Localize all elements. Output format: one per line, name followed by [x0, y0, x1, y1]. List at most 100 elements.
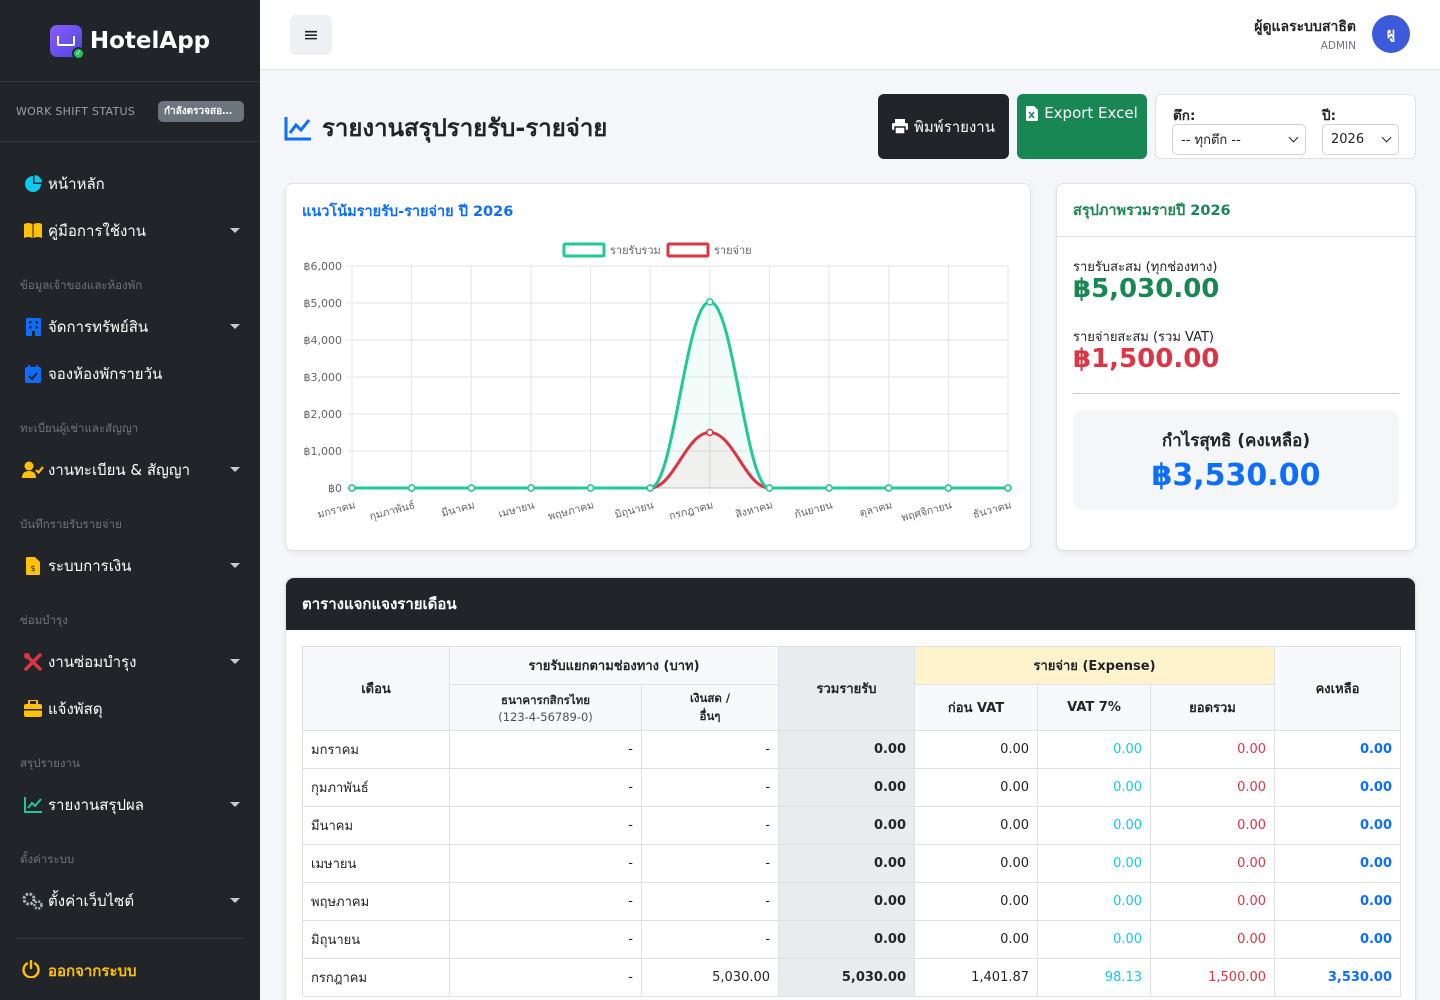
x-tick-label: ธันวาคม	[972, 499, 1013, 521]
table-cell-vat: 0.00	[1037, 920, 1152, 959]
sidebar-toggle-button[interactable]: ≡	[290, 15, 332, 55]
table-row: มีนาคม - -0.00 0.00 0.00 0.00 0.00	[302, 806, 1402, 845]
sidebar-item-label: รายงานสรุปผล	[48, 795, 144, 814]
table-cell-bank: -	[449, 730, 642, 769]
legend-swatch	[562, 242, 606, 258]
y-tick-label: ฿5,000	[304, 297, 343, 310]
building-select[interactable]: -- ทุกตึก --	[1172, 124, 1306, 155]
table-cell-total-income: 0.00	[778, 920, 916, 959]
nav-section-repair: ซ่อมบำรุง	[20, 613, 68, 627]
chevron-down-icon	[1381, 132, 1392, 143]
table-cell-balance: 0.00	[1274, 920, 1402, 959]
y-tick-label: ฿1,000	[304, 445, 343, 458]
data-point	[527, 484, 535, 492]
table-cell-bank: -	[449, 768, 642, 807]
sidebar-item-label: จัดการทรัพย์สิน	[48, 317, 149, 336]
sidebar-item-parcel[interactable]: แจ้งพัสดุ	[0, 685, 260, 732]
table-cell-expense-total: 0.00	[1150, 920, 1276, 959]
data-point	[467, 484, 476, 492]
hamburger-icon: ≡	[303, 24, 319, 46]
table-row: มิถุนายน - -0.00 0.00 0.00 0.00 0.00	[302, 920, 1402, 959]
table-cell-total-income: 5,030.00	[778, 958, 916, 997]
header-cash-line1: เงินสด /	[689, 690, 731, 705]
calendar-check-icon	[22, 363, 44, 385]
sidebar-item-label: งานทะเบียน & สัญญา	[48, 460, 191, 479]
table-row: มกราคม - -0.00 0.00 0.00 0.00 0.00	[302, 730, 1402, 769]
table-title: ตารางแจกแจงรายเดือน	[286, 578, 1415, 630]
page-title: รายงานสรุปรายรับ-รายจ่าย	[284, 108, 607, 147]
table-cell-cash: -	[640, 882, 780, 921]
header-cash: เงินสด / อื่นๆ	[640, 684, 780, 731]
data-point	[586, 484, 595, 492]
sidebar-item-label: ระบบการเงิน	[48, 556, 132, 575]
chevron-down-icon	[1288, 132, 1299, 143]
nav-section-finance: บันทึกรายรับรายจ่าย	[20, 517, 122, 531]
caret-down-icon	[230, 324, 240, 329]
print-report-button[interactable]: พิมพ์รายงาน	[878, 94, 1009, 159]
user-menu[interactable]: ผู้ดูแลระบบสาธิต ADMIN ผู	[1254, 15, 1410, 53]
sidebar-item-label: งานซ่อมบำรุง	[48, 652, 137, 671]
nav-section-settings: ตั้งค่าระบบ	[20, 852, 75, 866]
nav-section-owner: ข้อมูลเจ้าของและห้องพัก	[20, 278, 143, 292]
export-excel-button[interactable]: Export Excel	[1017, 94, 1147, 159]
table-cell-pre-vat: 0.00	[914, 844, 1039, 883]
sidebar-item-tenant[interactable]: งานทะเบียน & สัญญา	[0, 446, 260, 493]
header-pre-vat: ก่อน VAT	[914, 684, 1039, 731]
caret-down-icon	[230, 563, 240, 568]
invoice-icon: $	[22, 555, 44, 577]
sidebar-item-assets[interactable]: จัดการทรัพย์สิน	[0, 303, 260, 350]
table-cell-cash: 5,030.00	[640, 958, 780, 997]
brand[interactable]: ✓ HotelApp	[0, 0, 260, 82]
x-tick-label: พฤษภาคม	[547, 499, 595, 523]
legend-label: รายจ่าย	[714, 244, 752, 257]
net-profit-value: ฿3,530.00	[1151, 458, 1321, 493]
yearly-summary-card: สรุปภาพรวมรายปี 2026 รายรับสะสม (ทุกช่อง…	[1056, 183, 1416, 551]
header-month: เดือน	[302, 646, 450, 731]
trend-chart: ฿0 ฿1,000 ฿2,000 ฿3,000 ฿4,000 ฿5,000 ฿6,000 มก…	[304, 242, 1013, 524]
x-tick-label: มีนาคม	[440, 498, 476, 519]
x-tick-label: มิถุนายน	[614, 499, 655, 521]
table-cell-pre-vat: 0.00	[914, 806, 1039, 845]
sidebar-item-settings[interactable]: ตั้งค่าเว็บไซต์	[0, 877, 260, 924]
sidebar-item-report[interactable]: รายงานสรุปผล	[0, 781, 260, 828]
year-select[interactable]: 2026	[1322, 124, 1399, 155]
header-income-group: รายรับแยกตามช่องทาง (บาท)	[448, 646, 780, 685]
table-cell-expense-total: 0.00	[1150, 844, 1276, 883]
table-cell-expense-total: 0.00	[1150, 806, 1276, 845]
caret-down-icon	[230, 467, 240, 472]
header-expense-group: รายจ่าย (Expense)	[914, 646, 1276, 685]
header-bank-account: (123-4-56789-0)	[498, 709, 593, 724]
y-tick-label: ฿2,000	[304, 408, 343, 421]
sidebar-item-manual[interactable]: คู่มือการใช้งาน	[0, 207, 260, 254]
shift-label: WORK SHIFT STATUS	[16, 105, 136, 118]
book-icon	[22, 220, 44, 242]
table-cell-expense-total: 0.00	[1150, 730, 1276, 769]
sidebar-item-repair[interactable]: งานซ่อมบำรุง	[0, 638, 260, 685]
print-label: พิมพ์รายงาน	[914, 117, 995, 136]
summary-title: สรุปภาพรวมรายปี 2026	[1057, 184, 1415, 237]
table-cell-vat: 0.00	[1037, 768, 1152, 807]
table-row: กรกฎาคม -5,030.00 5,030.00 1,401.87 98.13 1,5…	[302, 958, 1402, 997]
avatar[interactable]: ผู	[1372, 15, 1410, 53]
table-cell-balance: 0.00	[1274, 768, 1402, 807]
sidebar-item-booking[interactable]: จองห้องพักรายวัน	[0, 350, 260, 397]
legend-swatch	[666, 242, 710, 258]
data-point	[646, 484, 654, 492]
filter-panel: ตึก: -- ทุกตึก -- ปี: 2026	[1155, 94, 1416, 159]
monthly-table-card: ตารางแจกแจงรายเดือน เดือน รายรับแยกตามช่…	[285, 577, 1416, 1000]
logout-button[interactable]: ออกจากระบบ	[0, 949, 260, 993]
pie-chart-icon	[22, 173, 44, 195]
user-info: ผู้ดูแลระบบสาธิต ADMIN	[1254, 16, 1356, 52]
year-select-value: 2026	[1331, 132, 1365, 147]
sidebar-item-finance[interactable]: $ ระบบการเงิน	[0, 542, 260, 589]
table-cell-month: เมษายน	[302, 844, 450, 883]
building-icon	[22, 316, 44, 338]
sidebar-item-home[interactable]: หน้าหลัก	[0, 160, 260, 207]
table-cell-vat: 0.00	[1037, 806, 1152, 845]
sidebar-item-label: ตั้งค่าเว็บไซต์	[48, 891, 135, 910]
sidebar-nav: หน้าหลัก คู่มือการใช้งาน ข้อมูลเจ้าของแล…	[0, 142, 260, 993]
page-title-text: รายงานสรุปรายรับ-รายจ่าย	[322, 114, 608, 142]
table-cell-bank: -	[449, 958, 642, 997]
chart-line-icon	[284, 116, 311, 140]
user-name: ผู้ดูแลระบบสาธิต	[1254, 19, 1356, 35]
